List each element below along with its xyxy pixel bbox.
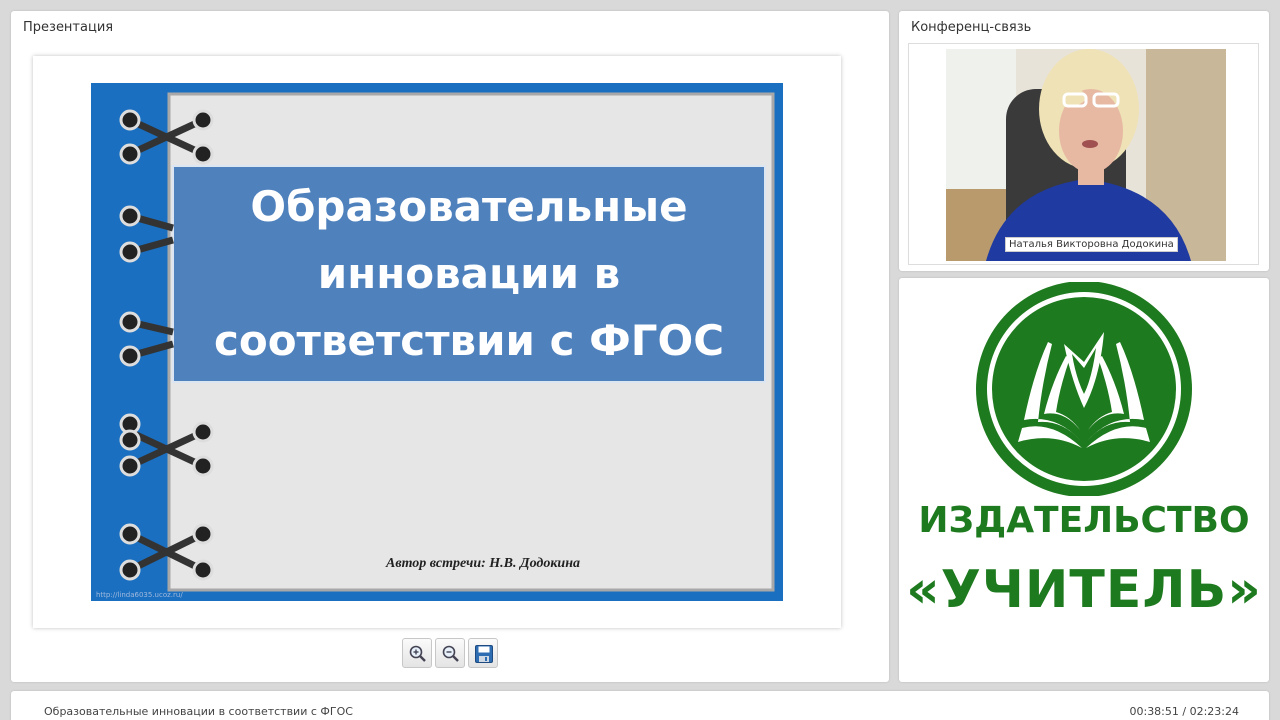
publisher-name-line-2: «УЧИТЕЛЬ» [906,560,1262,620]
speaker-video-image [946,49,1226,261]
floppy-disk-icon [475,645,493,663]
publisher-logo-icon [976,282,1192,496]
slide-title-line-3: соответствии с ФГОС [213,316,725,365]
slide-view: Образовательные инновации в соответствии… [33,56,841,628]
bottom-status-bar: Образовательные инновации в соответствии… [11,691,1269,720]
speaker-name-label: Наталья Викторовна Додокина [1005,237,1178,252]
zoom-out-icon [442,645,459,662]
session-title: Образовательные инновации в соответствии… [44,705,353,718]
conference-panel: Конференц-связь Наталья Викторовна Додок… [899,11,1269,271]
zoom-out-button[interactable] [435,638,465,668]
zoom-in-icon [409,645,426,662]
conference-panel-title: Конференц-связь [911,20,1032,35]
playback-time: 00:38:51 / 02:23:24 [1129,705,1239,718]
presentation-panel-title: Презентация [23,20,114,35]
slide-title: Образовательные инновации в соответствии… [173,173,765,374]
slide-title-line-2: инновации в [317,249,621,298]
save-button[interactable] [468,638,498,668]
presentation-panel: Презентация Образовательные инновации в … [11,11,889,682]
zoom-in-button[interactable] [402,638,432,668]
slide-source-url: http://linda6035.ucoz.ru/ [96,591,183,599]
slide-title-line-1: Образовательные [250,182,688,231]
slide-author: Автор встречи: Н.В. Додокина [385,556,580,571]
publisher-logo-panel: ИЗДАТЕЛЬСТВО «УЧИТЕЛЬ» [899,278,1269,682]
video-feed: Наталья Викторовна Додокина [908,43,1259,265]
publisher-name-line-1: ИЗДАТЕЛЬСТВО [918,500,1250,541]
